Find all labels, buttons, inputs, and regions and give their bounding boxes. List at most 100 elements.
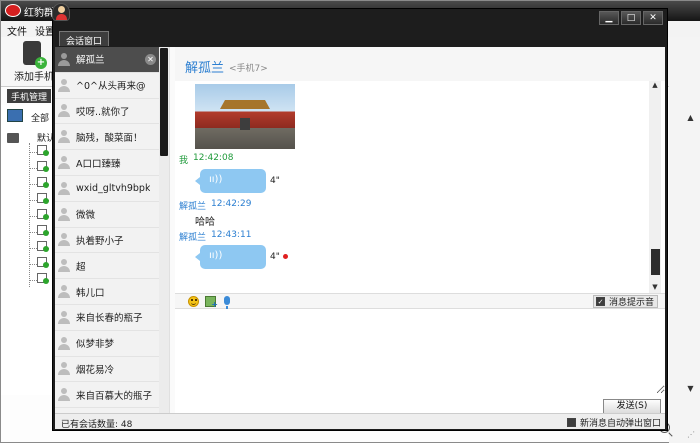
message-input[interactable] — [175, 310, 665, 394]
message-sender: 解孤兰 — [179, 233, 207, 243]
contact-list: 解孤兰 ✕ ^0^从头再来@ 哎呀..就你了 脑残，酸菜面！ A口口臻臻 wxi… — [55, 47, 159, 413]
contact-item[interactable]: A口口臻臻 — [55, 150, 159, 176]
phone-online-icon — [37, 225, 49, 236]
unread-dot-icon — [283, 254, 288, 259]
contact-name: 哎呀..就你了 — [76, 106, 130, 118]
scrollbar-thumb[interactable] — [651, 249, 660, 275]
contact-name: 来自长春的瓶子 — [76, 313, 143, 325]
tree-device-item[interactable] — [29, 159, 49, 172]
voice-duration: 4" — [270, 176, 280, 186]
contact-item[interactable]: 韩儿口 — [55, 279, 159, 305]
contact-item[interactable]: ^0^从头再来@ — [55, 73, 159, 99]
chat-body: 解孤兰 ✕ ^0^从头再来@ 哎呀..就你了 脑残，酸菜面！ A口口臻臻 wxi… — [55, 47, 665, 414]
resize-grip-icon[interactable]: ⋰ — [687, 430, 697, 440]
contact-item[interactable]: 执着野小子 — [55, 228, 159, 254]
user-avatar-icon[interactable] — [52, 3, 70, 21]
contact-name: wxid_gltvh9bpk — [76, 182, 151, 194]
notify-sound-toggle[interactable]: ✓ 消息提示音 — [593, 295, 659, 308]
tree-device-item[interactable] — [29, 223, 49, 236]
tree-device-item[interactable] — [29, 239, 49, 252]
contact-item[interactable]: 微微 — [55, 202, 159, 228]
contact-name: 烟花易冷 — [76, 364, 115, 376]
scrollbar-thumb[interactable] — [160, 48, 168, 156]
auto-popup-checkbox[interactable] — [567, 418, 576, 427]
phone-online-icon — [37, 241, 49, 252]
tree-device-item[interactable] — [29, 207, 49, 220]
voice-duration: 4" — [270, 252, 280, 262]
maximize-button[interactable]: □ — [621, 11, 641, 25]
contact-avatar-icon — [58, 362, 70, 376]
tab-session-window[interactable]: 会话窗口 — [59, 31, 110, 47]
tree-device-item[interactable] — [29, 255, 49, 268]
tree-device-item[interactable] — [29, 175, 49, 188]
contact-avatar-icon — [58, 104, 70, 118]
close-button[interactable]: ✕ — [643, 11, 663, 25]
close-contact-icon[interactable]: ✕ — [145, 54, 156, 65]
scroll-up-arrow-icon[interactable]: ▲ — [685, 113, 696, 124]
input-toolbar: ✓ 消息提示音 — [175, 293, 665, 309]
message-image[interactable] — [195, 84, 295, 149]
scroll-up-arrow-icon[interactable]: ▲ — [649, 81, 661, 91]
add-phone-label: 添加手机 — [14, 72, 54, 83]
contact-name: 执着野小子 — [76, 235, 124, 247]
contact-name: 超 — [76, 261, 86, 273]
contact-name: ^0^从头再来@ — [76, 81, 146, 93]
group-icon — [7, 133, 19, 143]
image-building-roof — [220, 100, 270, 109]
contact-avatar-icon — [58, 336, 70, 350]
chat-header: 解孤兰 <手机7> — [175, 47, 665, 81]
message-scrollbar[interactable]: ▲ ▼ — [649, 81, 661, 293]
auto-popup-label: 新消息自动弹出窗口 — [580, 419, 662, 429]
chat-contact-name: 解孤兰 — [185, 61, 225, 76]
session-count: 已有会话数量: 48 — [61, 420, 133, 430]
phone-online-icon — [37, 161, 49, 172]
auto-popup-toggle[interactable]: 新消息自动弹出窗口 — [567, 416, 661, 429]
microphone-icon[interactable] — [224, 296, 230, 309]
contact-name: 脑残，酸菜面！ — [76, 132, 143, 144]
image-portrait — [240, 118, 250, 130]
contact-avatar-icon — [58, 156, 70, 170]
tab-phone-management[interactable]: 手机管理 — [7, 89, 52, 103]
voice-wave-icon: ıı)) — [209, 250, 223, 261]
tree-device-item[interactable] — [29, 271, 49, 284]
contact-item[interactable]: 哎呀..就你了 — [55, 99, 159, 125]
send-image-icon[interactable] — [205, 296, 218, 309]
send-button[interactable]: 发送(S) — [603, 399, 661, 414]
voice-message-bubble[interactable]: ıı)) — [195, 169, 266, 193]
contact-avatar-icon — [58, 78, 70, 92]
contact-item[interactable]: 解孤兰 ✕ — [55, 47, 159, 73]
contact-name: 似梦非梦 — [76, 339, 115, 351]
scroll-down-arrow-icon[interactable]: ▼ — [649, 283, 661, 293]
main-right-panel — [669, 37, 700, 443]
contact-item[interactable]: 似梦非梦 — [55, 331, 159, 357]
message-text: 哈哈 — [195, 217, 215, 228]
emoji-icon[interactable] — [188, 296, 199, 307]
phone-online-icon — [37, 145, 49, 156]
contact-name: 解孤兰 — [76, 55, 105, 67]
contact-item[interactable]: 来自长春的瓶子 — [55, 305, 159, 331]
tree-device-item[interactable] — [29, 191, 49, 204]
notify-sound-checkbox[interactable]: ✓ — [596, 297, 605, 306]
app-logo-icon — [5, 4, 21, 17]
chat-device-label: <手机7> — [229, 64, 268, 74]
contact-avatar-icon — [58, 259, 70, 273]
contact-list-scrollbar[interactable] — [159, 47, 169, 413]
contact-item[interactable]: wxid_gltvh9bpk — [55, 176, 159, 202]
contact-avatar-icon — [58, 310, 70, 324]
contact-avatar-icon — [58, 207, 70, 221]
tree-root-label[interactable]: 全部 — [31, 111, 49, 124]
contact-item[interactable]: 来自百慕大的瓶子 — [55, 382, 159, 409]
contact-item[interactable]: 脑残，酸菜面！ — [55, 124, 159, 151]
scroll-down-arrow-icon[interactable]: ▼ — [685, 384, 696, 395]
contact-item[interactable]: 烟花易冷 — [55, 357, 159, 383]
contact-name: 韩儿口 — [76, 287, 105, 299]
voice-wave-icon: ıı)) — [209, 174, 223, 185]
minimize-button[interactable]: ▁ — [599, 11, 619, 25]
tree-device-item[interactable] — [29, 143, 49, 156]
contact-avatar-icon — [58, 52, 70, 66]
phone-online-icon — [37, 257, 49, 268]
contact-avatar-icon — [58, 181, 70, 195]
contact-item[interactable]: 超 — [55, 253, 159, 280]
voice-message-bubble[interactable]: ıı)) — [195, 245, 266, 269]
menu-file[interactable]: 文件 — [7, 23, 27, 38]
